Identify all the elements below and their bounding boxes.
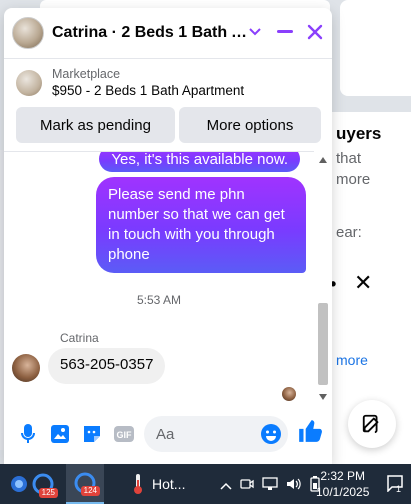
- volume-icon[interactable]: [286, 477, 302, 494]
- chat-header[interactable]: Catrina · 2 Beds 1 Bath Apa...: [4, 8, 332, 58]
- avatar[interactable]: [12, 354, 40, 382]
- listing-banner[interactable]: Marketplace $950 - 2 Beds 1 Bath Apartme…: [4, 58, 332, 106]
- message-bubble-outgoing: Yes, it's this available now.: [99, 152, 300, 172]
- more-options-button[interactable]: More options: [178, 107, 321, 143]
- scroll-up-arrow-icon[interactable]: [319, 157, 327, 163]
- like-icon[interactable]: [297, 418, 323, 449]
- close-icon[interactable]: [304, 20, 326, 44]
- mark-as-pending-button[interactable]: Mark as pending: [16, 107, 175, 143]
- weather-label: Hot...: [152, 476, 186, 492]
- message-input[interactable]: [156, 425, 256, 443]
- camera-icon[interactable]: [240, 477, 254, 494]
- gif-label: GIF: [117, 430, 133, 440]
- message-timestamp: 5:53 AM: [136, 293, 182, 307]
- message-bubble-outgoing: Please send me phn number so that we can…: [96, 177, 306, 273]
- taskbar-badge: 124: [80, 486, 100, 496]
- taskbar-badge: 125: [38, 488, 58, 498]
- chevron-up-icon[interactable]: [220, 479, 232, 493]
- right-card-line: ear:: [336, 224, 362, 241]
- photo-icon[interactable]: [46, 420, 74, 448]
- sticker-icon[interactable]: [78, 420, 106, 448]
- scrollbar-thumb[interactable]: [318, 303, 328, 385]
- notification-center-button[interactable]: 1: [386, 474, 404, 495]
- gif-icon[interactable]: GIF: [110, 420, 138, 448]
- right-card-line: that: [336, 150, 362, 167]
- system-tray: [220, 476, 320, 495]
- taskbar-clock[interactable]: 2:32 PM 10/1/2025: [316, 468, 369, 500]
- taskbar-browser-icon[interactable]: 125: [24, 464, 62, 504]
- message-list[interactable]: Yes, it's this available now. Please sen…: [4, 151, 314, 404]
- clock-time: 2:32 PM: [320, 469, 366, 483]
- listing-source: Marketplace: [52, 67, 121, 81]
- new-message-button[interactable]: [348, 400, 396, 448]
- sender-name: Catrina: [60, 331, 99, 345]
- right-card-line[interactable]: more: [336, 171, 370, 188]
- taskbar: 125 124 Hot... 2:32 PM 10/1/2025 1: [0, 464, 411, 504]
- taskbar-browser-icon-active[interactable]: 124: [66, 464, 104, 504]
- thermometer-icon: [134, 474, 142, 494]
- seen-indicator-avatar: [282, 387, 296, 401]
- notification-count: 1: [396, 484, 402, 494]
- listing-actions: Mark as pending More options: [16, 107, 321, 143]
- scroll-down-arrow-icon[interactable]: [319, 394, 327, 400]
- listing-thumbnail: [16, 69, 42, 96]
- network-icon[interactable]: [262, 477, 278, 494]
- avatar[interactable]: [12, 17, 44, 49]
- chevron-down-icon[interactable]: [244, 20, 266, 44]
- close-icon[interactable]: ✕: [354, 270, 372, 296]
- message-scrollbar[interactable]: [316, 151, 330, 404]
- chat-window: Catrina · 2 Beds 1 Bath Apa... Marketpla…: [4, 8, 332, 464]
- taskbar-weather[interactable]: Hot...: [132, 473, 185, 495]
- microphone-icon[interactable]: [14, 420, 42, 448]
- see-more-link[interactable]: more: [336, 352, 368, 368]
- notification-icon: [387, 475, 403, 493]
- emoji-icon[interactable]: [260, 423, 282, 450]
- message-input-wrapper[interactable]: [144, 416, 288, 452]
- listing-title: $950 - 2 Beds 1 Bath Apartment: [52, 83, 245, 98]
- minimize-icon[interactable]: [274, 20, 296, 44]
- background-right-top-card: [340, 0, 411, 96]
- clock-date: 10/1/2025: [316, 485, 370, 499]
- right-card-title: uyers: [336, 124, 382, 143]
- message-bubble-incoming: 563-205-0357: [48, 348, 166, 384]
- compose-icon: [362, 414, 379, 434]
- chat-title[interactable]: Catrina · 2 Beds 1 Bath Apa...: [52, 24, 252, 42]
- message-composer: GIF: [4, 408, 332, 460]
